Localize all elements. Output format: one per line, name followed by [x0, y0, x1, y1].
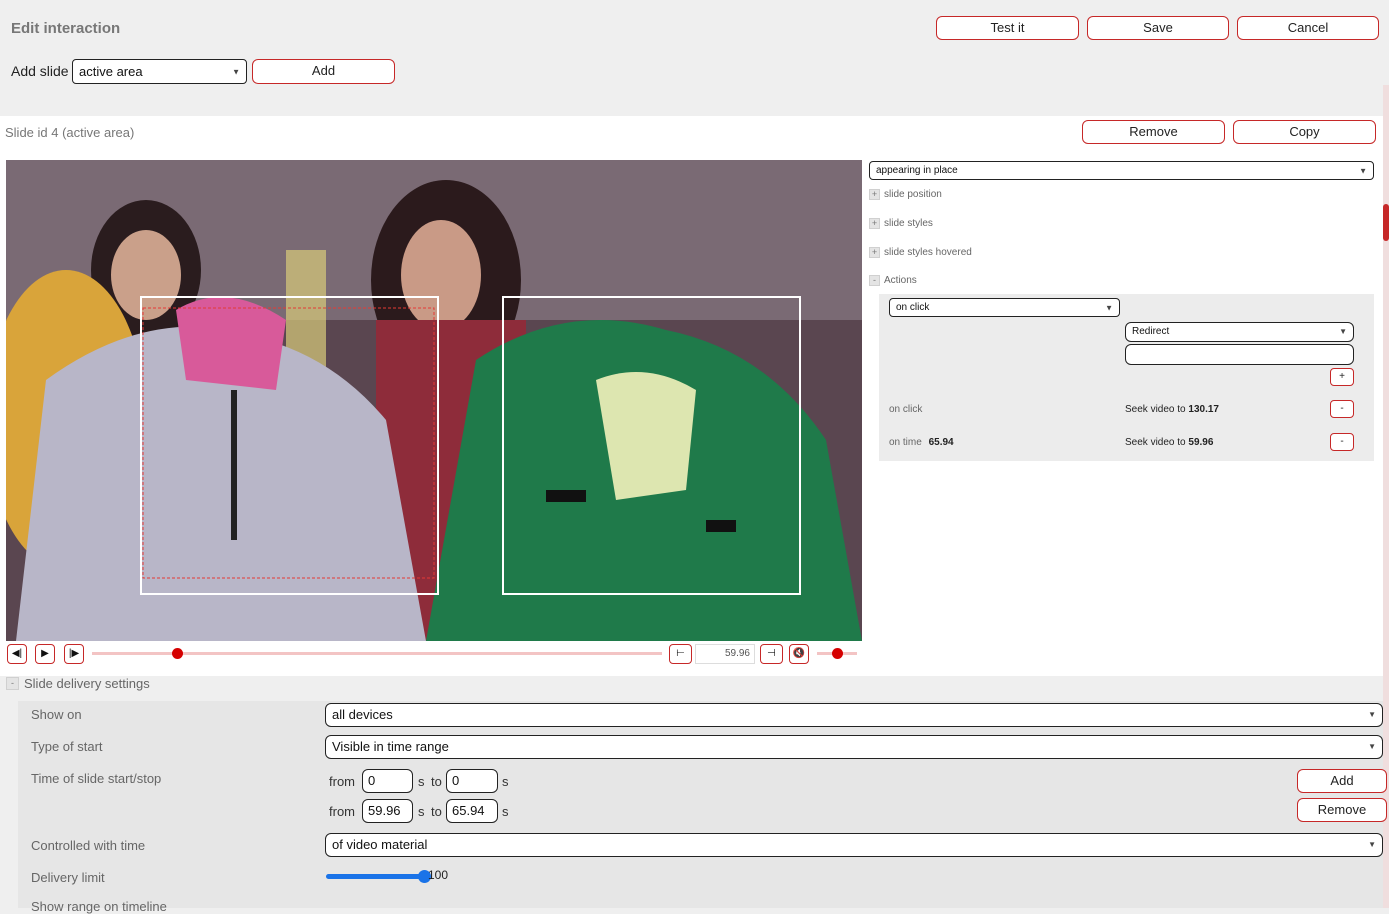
section-actions[interactable]: Actions [884, 275, 917, 286]
video-scene [6, 160, 862, 641]
action-row-2-value: 59.96 [1188, 437, 1214, 448]
chevron-down-icon: ▼ [1368, 710, 1376, 719]
action-row-1-trigger: on click [889, 404, 923, 415]
action-row-2-action: Seek video to 59.96 [1125, 437, 1213, 448]
set-start-button[interactable]: ⊢ [669, 644, 692, 664]
appearance-value: appearing in place [876, 165, 958, 176]
type-start-value: Visible in time range [332, 739, 449, 754]
action-row-2-trigger: on time 65.94 [889, 437, 954, 448]
timeline-thumb[interactable] [172, 648, 183, 659]
page-title: Edit interaction [11, 20, 121, 37]
show-on-value: all devices [332, 707, 393, 722]
volume-thumb[interactable] [831, 648, 843, 659]
show-on-label: Show on [31, 707, 82, 722]
slide-type-value: active area [79, 64, 143, 79]
controlled-select[interactable]: of video material ▼ [325, 833, 1383, 857]
delivery-title[interactable]: Slide delivery settings [24, 676, 150, 691]
remove-action-1-button[interactable]: - [1330, 400, 1354, 418]
action-row-2-trigger-label: on time [889, 437, 922, 448]
action-value: Redirect [1132, 326, 1170, 337]
step-forward-button[interactable]: |▶ [64, 644, 84, 664]
expand-slide-styles-icon[interactable]: + [869, 218, 880, 229]
range-1-from-input[interactable]: 0 [362, 769, 413, 793]
section-slide-styles-hovered[interactable]: slide styles hovered [884, 247, 972, 258]
delivery-panel [18, 701, 1383, 908]
save-button[interactable]: Save [1087, 16, 1229, 40]
range-1-from-label: from [329, 774, 355, 789]
range-1-to-label: to [431, 774, 442, 789]
timeline-range-label: Show range on timeline [31, 899, 167, 914]
collapse-delivery-icon[interactable]: - [6, 677, 19, 690]
range-2-to-unit: s [502, 804, 509, 819]
action-row-2-prefix: Seek video to [1125, 437, 1186, 448]
chevron-down-icon: ▼ [1368, 742, 1376, 751]
chevron-down-icon: ▼ [1339, 327, 1347, 336]
test-button[interactable]: Test it [936, 16, 1079, 40]
add-range-button[interactable]: Add [1297, 769, 1387, 793]
show-on-select[interactable]: all devices ▼ [325, 703, 1383, 727]
video-frame[interactable] [6, 160, 862, 641]
copy-slide-button[interactable]: Copy [1233, 120, 1376, 144]
range-2-from-input[interactable]: 59.96 [362, 799, 413, 823]
action-row-1-value: 130.17 [1188, 404, 1219, 415]
remove-slide-button[interactable]: Remove [1082, 120, 1225, 144]
add-slide-label: Add slide [11, 63, 69, 79]
action-row-2-time: 65.94 [928, 437, 954, 448]
expand-slide-position-icon[interactable]: + [869, 189, 880, 200]
time-range-label: Time of slide start/stop [31, 771, 162, 786]
remove-action-2-button[interactable]: - [1330, 433, 1354, 451]
limit-value: 100 [428, 868, 449, 882]
chevron-down-icon: ▼ [1359, 166, 1367, 175]
action-row-1-prefix: Seek video to [1125, 404, 1186, 415]
cancel-button[interactable]: Cancel [1237, 16, 1379, 40]
remove-range-button[interactable]: Remove [1297, 798, 1387, 822]
type-start-label: Type of start [31, 739, 103, 754]
slide-title: Slide id 4 (active area) [5, 125, 135, 140]
action-select[interactable]: Redirect ▼ [1125, 322, 1354, 342]
type-start-select[interactable]: Visible in time range ▼ [325, 735, 1383, 759]
appearance-select[interactable]: appearing in place ▼ [869, 161, 1374, 180]
controlled-value: of video material [332, 837, 428, 852]
timeline-track[interactable] [92, 648, 662, 659]
limit-label: Delivery limit [31, 870, 105, 885]
range-2-from-unit: s [418, 804, 425, 819]
slide-type-select[interactable]: active area ▼ [72, 59, 247, 84]
trigger-value: on click [896, 302, 930, 313]
mute-icon[interactable]: 🔇 [789, 644, 809, 664]
range-2-to-label: to [431, 804, 442, 819]
collapse-actions-icon[interactable]: - [869, 275, 880, 286]
set-end-button[interactable]: ⊣ [760, 644, 783, 664]
chevron-down-icon: ▼ [1368, 840, 1376, 849]
controlled-label: Controlled with time [31, 838, 146, 853]
trigger-select[interactable]: on click ▼ [889, 298, 1120, 317]
add-action-button[interactable]: + [1330, 368, 1354, 386]
chevron-down-icon: ▼ [1105, 303, 1113, 312]
limit-slider[interactable] [326, 870, 431, 883]
volume-track[interactable] [817, 648, 857, 659]
range-2-from-label: from [329, 804, 355, 819]
scrollbar-thumb[interactable] [1383, 204, 1389, 241]
time-field[interactable]: 59.96 [695, 644, 755, 664]
expand-slide-styles-hovered-icon[interactable]: + [869, 247, 880, 258]
range-1-to-input[interactable]: 0 [446, 769, 498, 793]
step-back-button[interactable]: ◀| [7, 644, 27, 664]
range-1-to-unit: s [502, 774, 509, 789]
range-1-from-unit: s [418, 774, 425, 789]
redirect-url-input[interactable] [1125, 344, 1354, 365]
actions-panel [879, 294, 1374, 461]
chevron-down-icon: ▼ [232, 67, 240, 76]
play-button[interactable]: ▶ [35, 644, 55, 664]
add-slide-button[interactable]: Add [252, 59, 395, 84]
range-2-to-input[interactable]: 65.94 [446, 799, 498, 823]
section-slide-position[interactable]: slide position [884, 189, 942, 200]
section-slide-styles[interactable]: slide styles [884, 218, 933, 229]
action-row-1-action: Seek video to 130.17 [1125, 404, 1219, 415]
